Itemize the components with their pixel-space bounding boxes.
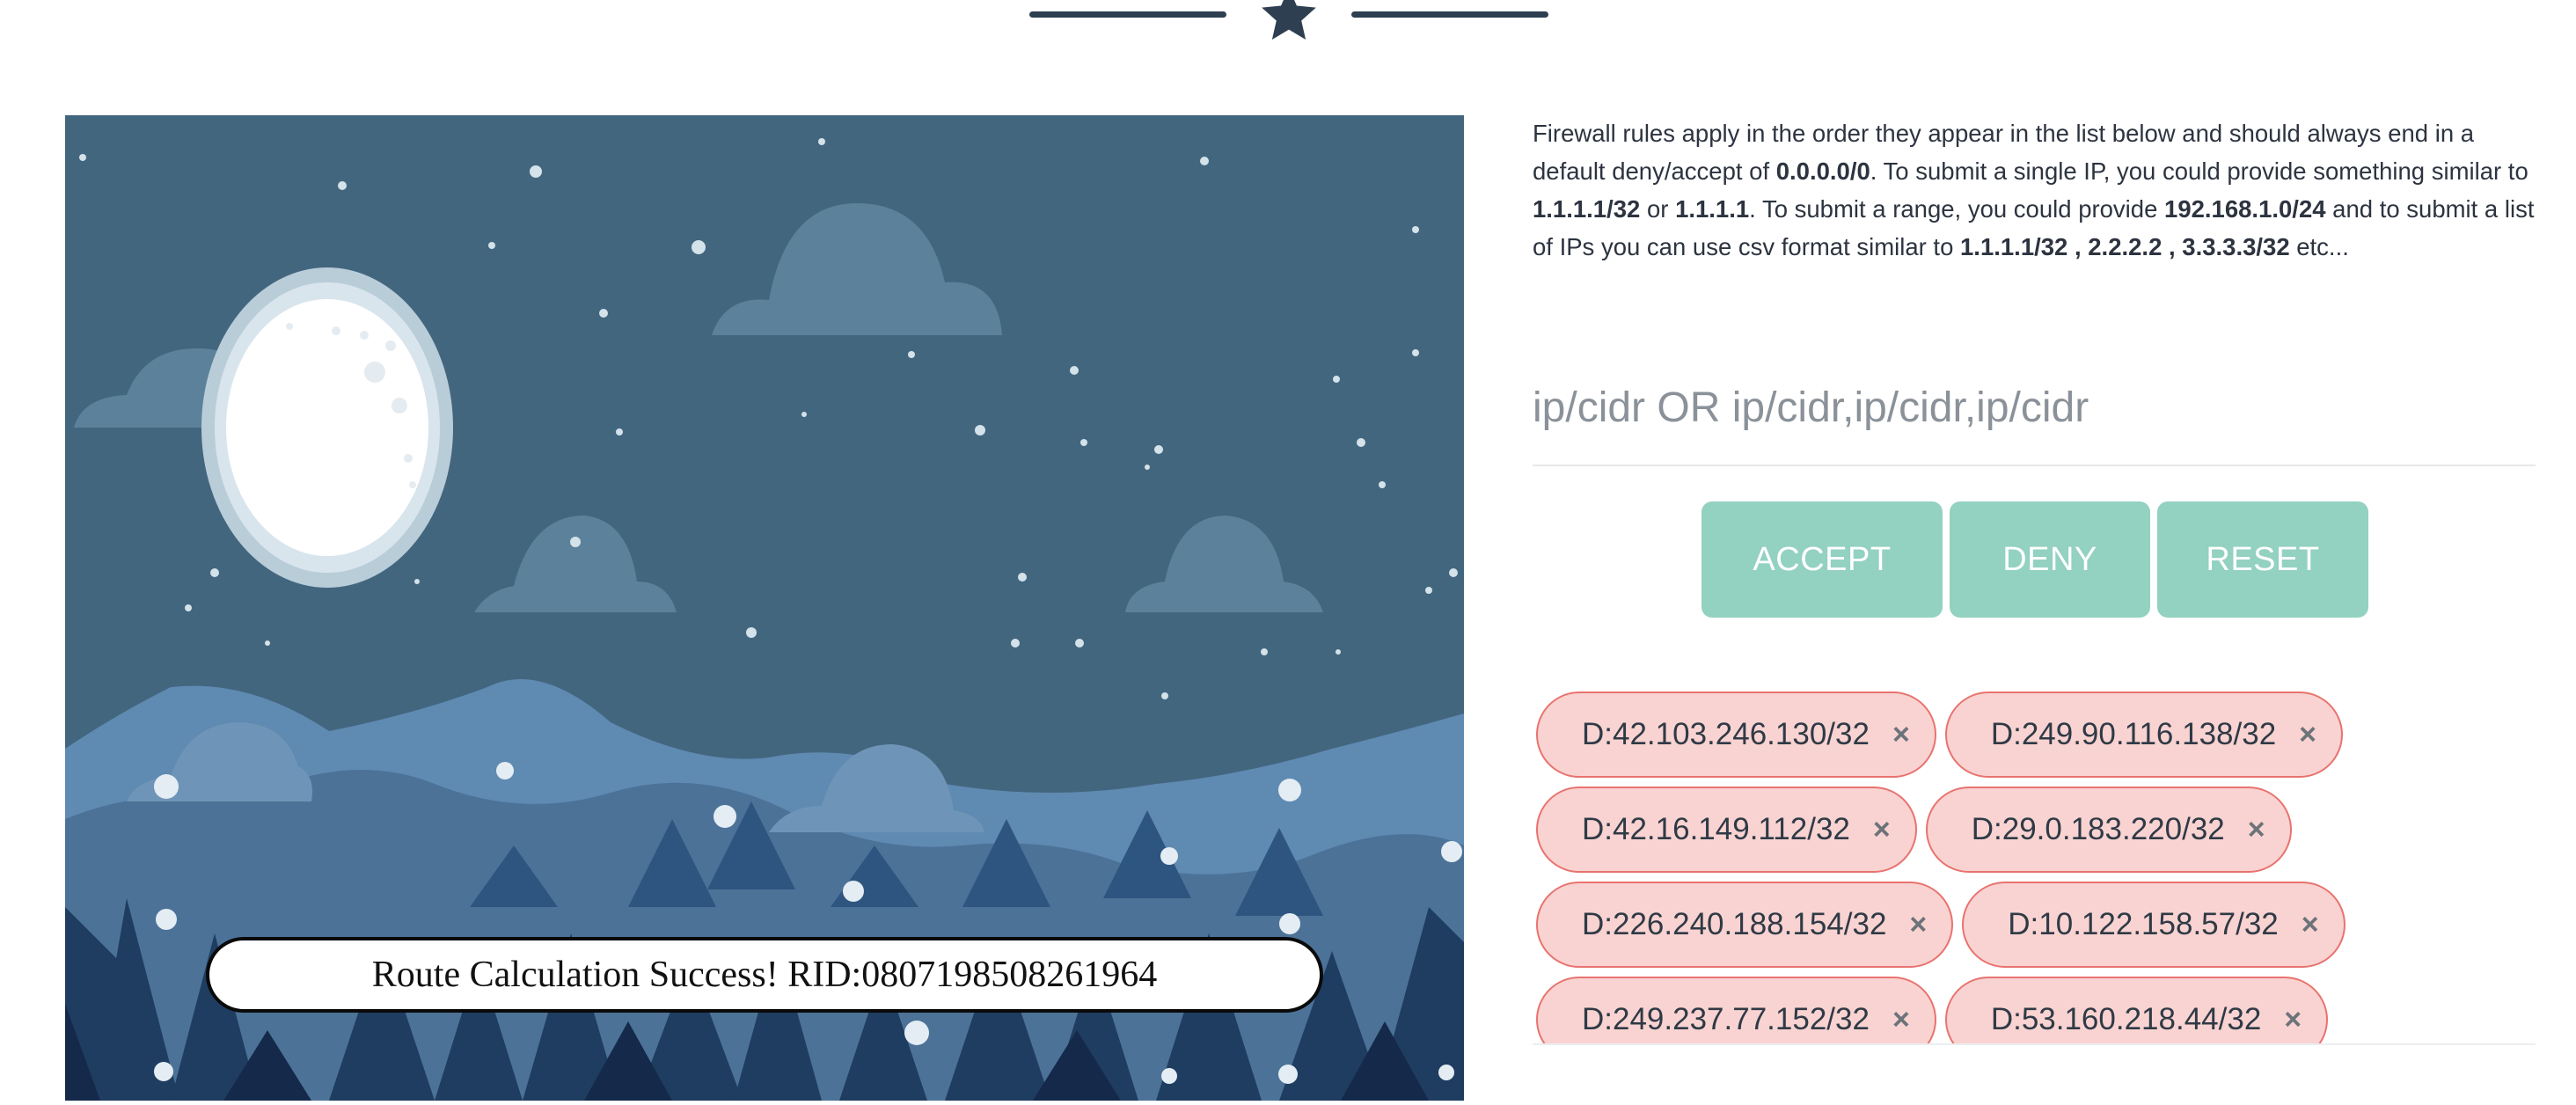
close-icon[interactable]: × [2284,1005,2302,1035]
rule-chip-label: D:29.0.183.220/32 [1971,812,2225,846]
rule-chip-label: D:249.237.77.152/32 [1582,1002,1870,1036]
close-icon[interactable]: × [2248,815,2265,845]
rule-chip: D:226.240.188.154/32 × [1536,882,1954,968]
close-icon[interactable]: × [1892,1005,1910,1035]
rule-chip-label: D:10.122.158.57/32 [2008,907,2279,941]
rule-row: D:42.103.246.130/32 × D:249.90.116.138/3… [1533,692,2536,778]
rule-chip-label: D:226.240.188.154/32 [1582,907,1887,941]
action-buttons: ACCEPT DENY RESET [1701,501,2368,618]
rule-chip: D:29.0.183.220/32 × [1925,787,2292,873]
instruction-example: 192.168.1.0/24 [2164,195,2326,223]
close-icon[interactable]: × [1873,815,1891,845]
accept-button[interactable]: ACCEPT [1701,501,1943,618]
rule-row: D:249.237.77.152/32 × D:53.160.218.44/32… [1533,977,2536,1043]
rule-chip: D:249.90.116.138/32 × [1944,692,2344,778]
reset-button[interactable]: RESET [2157,501,2368,618]
close-icon[interactable]: × [2302,910,2319,940]
instruction-example: 0.0.0.0/0 [1775,157,1870,185]
rule-chip: D:42.16.149.112/32 × [1536,787,1917,873]
close-icon[interactable]: × [1892,720,1910,750]
instruction-text: or [1640,195,1676,223]
rule-row: D:42.16.149.112/32 × D:29.0.183.220/32 × [1533,787,2536,873]
divider-line-left [1029,11,1226,18]
firewall-instructions: Firewall rules apply in the order they a… [1533,114,2536,266]
firewall-rules-list: D:42.103.246.130/32 × D:249.90.116.138/3… [1533,692,2536,1045]
ip-cidr-input[interactable] [1533,350,2536,466]
instruction-example: 1.1.1.1 [1675,195,1750,223]
rule-chip-label: D:249.90.116.138/32 [1990,717,2277,751]
rule-row: D:226.240.188.154/32 × D:10.122.158.57/3… [1533,882,2536,968]
instruction-example: 1.1.1.1/32 [1533,195,1641,223]
instruction-text: etc... [2289,233,2349,260]
divider-line-right [1351,11,1548,18]
rule-chip-label: D:53.160.218.44/32 [1990,1002,2262,1036]
instruction-text: . To submit a single IP, you could provi… [1870,157,2528,185]
night-scene-illustration: Route Calculation Success! RID:080719850… [65,115,1464,1101]
rule-chip: D:249.237.77.152/32 × [1536,977,1936,1043]
instruction-example: 1.1.1.1/32 , 2.2.2.2 , 3.3.3.3/32 [1960,233,2290,260]
firewall-panel: Firewall rules apply in the order they a… [1533,114,2536,1045]
rule-chip: D:10.122.158.57/32 × [1962,882,2345,968]
close-icon[interactable]: × [2299,720,2316,750]
rule-chip-label: D:42.103.246.130/32 [1582,717,1870,751]
rule-chip: D:42.103.246.130/32 × [1536,692,1936,778]
route-status-banner: Route Calculation Success! RID:080719850… [206,937,1323,1013]
rule-chip-label: D:42.16.149.112/32 [1582,812,1850,846]
star-icon [1262,0,1316,40]
rule-chip: D:53.160.218.44/32 × [1944,977,2329,1043]
close-icon[interactable]: × [1909,910,1927,940]
deny-button[interactable]: DENY [1950,501,2150,618]
instruction-text: . To submit a range, you could provide [1749,195,2165,223]
header-divider [1029,0,1548,40]
